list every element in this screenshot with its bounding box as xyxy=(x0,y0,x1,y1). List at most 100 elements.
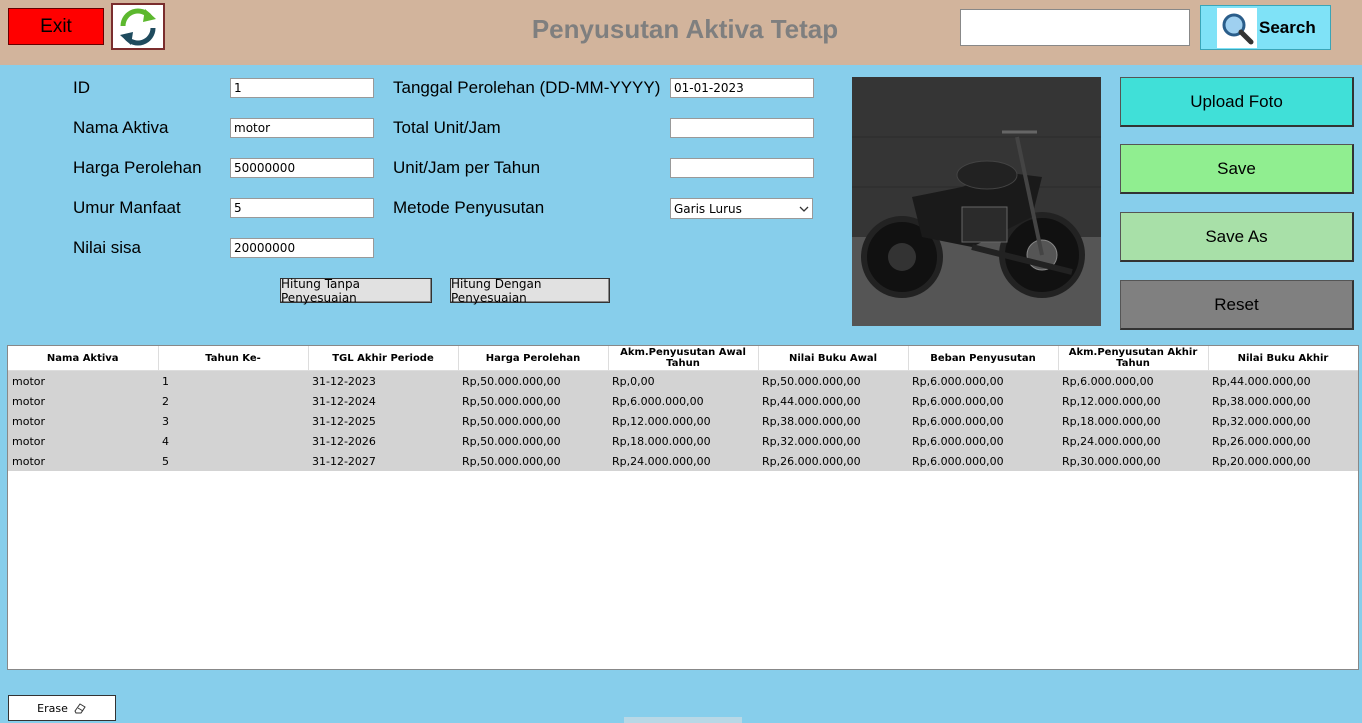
column-header[interactable]: Tahun Ke- xyxy=(158,346,309,371)
table-cell: Rp,18.000.000,00 xyxy=(1058,411,1208,431)
table-cell: motor xyxy=(8,411,158,431)
reset-label: Reset xyxy=(1214,294,1259,314)
scrollbar[interactable] xyxy=(624,717,742,723)
table-cell: Rp,38.000.000,00 xyxy=(758,411,908,431)
refresh-button[interactable] xyxy=(111,3,165,50)
header-bar: Exit Penyusutan Aktiva Tetap Search xyxy=(0,0,1362,65)
table-cell: Rp,24.000.000,00 xyxy=(608,451,758,471)
save-label: Save xyxy=(1217,158,1256,178)
save-as-button[interactable]: Save As xyxy=(1120,212,1354,262)
table-cell: Rp,32.000.000,00 xyxy=(758,431,908,451)
depreciation-table[interactable]: Nama Aktiva Tahun Ke- TGL Akhir Periode … xyxy=(7,345,1359,670)
table-cell: Rp,50.000.000,00 xyxy=(458,391,608,411)
metode-penyusutan-value: Garis Lurus xyxy=(674,201,742,216)
harga-perolehan-label: Harga Perolehan xyxy=(73,158,202,177)
erase-button[interactable]: Erase xyxy=(8,695,116,721)
table-cell: 2 xyxy=(158,391,308,411)
column-header[interactable]: Nilai Buku Akhir xyxy=(1208,346,1358,371)
id-field[interactable] xyxy=(230,78,374,98)
reset-button[interactable]: Reset xyxy=(1120,280,1354,330)
table-cell: 31-12-2025 xyxy=(308,411,458,431)
table-cell: motor xyxy=(8,451,158,471)
unit-per-tahun-field[interactable] xyxy=(670,158,814,178)
table-cell: Rp,6.000.000,00 xyxy=(908,391,1058,411)
table-cell: Rp,50.000.000,00 xyxy=(458,431,608,451)
save-as-label: Save As xyxy=(1205,226,1268,246)
table-cell: Rp,6.000.000,00 xyxy=(908,370,1058,391)
column-header[interactable]: TGL Akhir Periode xyxy=(308,346,459,371)
table-header-row: Nama Aktiva Tahun Ke- TGL Akhir Periode … xyxy=(8,346,1358,371)
table-cell: 4 xyxy=(158,431,308,451)
table-cell: 5 xyxy=(158,451,308,471)
table-cell: motor xyxy=(8,391,158,411)
total-unit-field[interactable] xyxy=(670,118,814,138)
search-button-label: Search xyxy=(1259,17,1316,37)
nama-aktiva-field[interactable] xyxy=(230,118,374,138)
nilai-sisa-field[interactable] xyxy=(230,238,374,258)
table-row[interactable]: motor 5 31-12-2027 Rp,50.000.000,00 Rp,2… xyxy=(8,451,1358,471)
page-title: Penyusutan Aktiva Tetap xyxy=(531,14,839,44)
nilai-sisa-label: Nilai sisa xyxy=(73,238,142,257)
table-cell: motor xyxy=(8,431,158,451)
table-cell: 31-12-2026 xyxy=(308,431,458,451)
hitung-tanpa-penyesuaian-button[interactable]: Hitung Tanpa Penyesuaian xyxy=(280,276,432,305)
chevron-down-icon xyxy=(799,206,809,212)
hitung-dengan-penyesuaian-button[interactable]: Hitung Dengan Penyesuaian xyxy=(450,276,610,305)
unit-per-tahun-label: Unit/Jam per Tahun xyxy=(393,158,541,177)
tanggal-perolehan-label: Tanggal Perolehan (DD-MM-YYYY) xyxy=(393,78,661,97)
table-cell: Rp,50.000.000,00 xyxy=(458,451,608,471)
table-cell: Rp,0,00 xyxy=(608,370,758,391)
table-cell: Rp,32.000.000,00 xyxy=(1208,411,1358,431)
tanggal-perolehan-field[interactable] xyxy=(670,78,814,98)
column-header[interactable]: Nilai Buku Awal xyxy=(758,346,909,371)
table-cell: Rp,30.000.000,00 xyxy=(1058,451,1208,471)
harga-perolehan-field[interactable] xyxy=(230,158,374,178)
table-cell: 3 xyxy=(158,411,308,431)
table-cell: Rp,50.000.000,00 xyxy=(458,370,608,391)
table-cell: Rp,6.000.000,00 xyxy=(908,411,1058,431)
table-cell: Rp,24.000.000,00 xyxy=(1058,431,1208,451)
table-cell: Rp,50.000.000,00 xyxy=(458,411,608,431)
column-header[interactable]: Akm.Penyusutan Akhir Tahun xyxy=(1058,346,1209,371)
table-cell: Rp,6.000.000,00 xyxy=(608,391,758,411)
table-cell: 31-12-2024 xyxy=(308,391,458,411)
nama-aktiva-label: Nama Aktiva xyxy=(73,118,169,137)
metode-penyusutan-label: Metode Penyusutan xyxy=(393,198,545,217)
table-cell: 31-12-2027 xyxy=(308,451,458,471)
table-cell: 1 xyxy=(158,370,308,391)
erase-label: Erase xyxy=(37,701,68,715)
magnifier-icon xyxy=(1217,7,1257,48)
column-header[interactable]: Akm.Penyusutan Awal Tahun xyxy=(608,346,759,371)
table-cell: Rp,50.000.000,00 xyxy=(758,370,908,391)
table-cell: 31-12-2023 xyxy=(308,370,458,391)
refresh-icon xyxy=(120,8,156,45)
table-row[interactable]: motor 1 31-12-2023 Rp,50.000.000,00 Rp,0… xyxy=(8,370,1358,391)
upload-foto-button[interactable]: Upload Foto xyxy=(1120,77,1354,127)
upload-foto-label: Upload Foto xyxy=(1190,91,1283,111)
table-cell: Rp,44.000.000,00 xyxy=(1208,370,1358,391)
search-button[interactable]: Search xyxy=(1200,5,1331,50)
column-header[interactable]: Nama Aktiva xyxy=(8,346,159,371)
total-unit-label: Total Unit/Jam xyxy=(393,118,501,137)
hitung-tanpa-label: Hitung Tanpa Penyesuaian xyxy=(281,276,360,305)
table-row[interactable]: motor 2 31-12-2024 Rp,50.000.000,00 Rp,6… xyxy=(8,391,1358,411)
column-header[interactable]: Beban Penyusutan xyxy=(908,346,1059,371)
umur-manfaat-label: Umur Manfaat xyxy=(73,198,181,217)
search-input[interactable] xyxy=(960,9,1190,46)
table-cell: Rp,44.000.000,00 xyxy=(758,391,908,411)
metode-penyusutan-select[interactable]: Garis Lurus xyxy=(670,198,813,219)
save-button[interactable]: Save xyxy=(1120,144,1354,194)
id-label: ID xyxy=(73,78,90,97)
table-cell: Rp,6.000.000,00 xyxy=(1058,370,1208,391)
table-cell: motor xyxy=(8,370,158,391)
hitung-dengan-label: Hitung Dengan Penyesuaian xyxy=(451,276,542,305)
table-cell: Rp,12.000.000,00 xyxy=(1058,391,1208,411)
table-cell: Rp,18.000.000,00 xyxy=(608,431,758,451)
table-cell: Rp,20.000.000,00 xyxy=(1208,451,1358,471)
table-cell: Rp,6.000.000,00 xyxy=(908,431,1058,451)
column-header[interactable]: Harga Perolehan xyxy=(458,346,609,371)
exit-button[interactable]: Exit xyxy=(8,8,104,45)
table-row[interactable]: motor 4 31-12-2026 Rp,50.000.000,00 Rp,1… xyxy=(8,431,1358,451)
table-row[interactable]: motor 3 31-12-2025 Rp,50.000.000,00 Rp,1… xyxy=(8,411,1358,431)
umur-manfaat-field[interactable] xyxy=(230,198,374,218)
